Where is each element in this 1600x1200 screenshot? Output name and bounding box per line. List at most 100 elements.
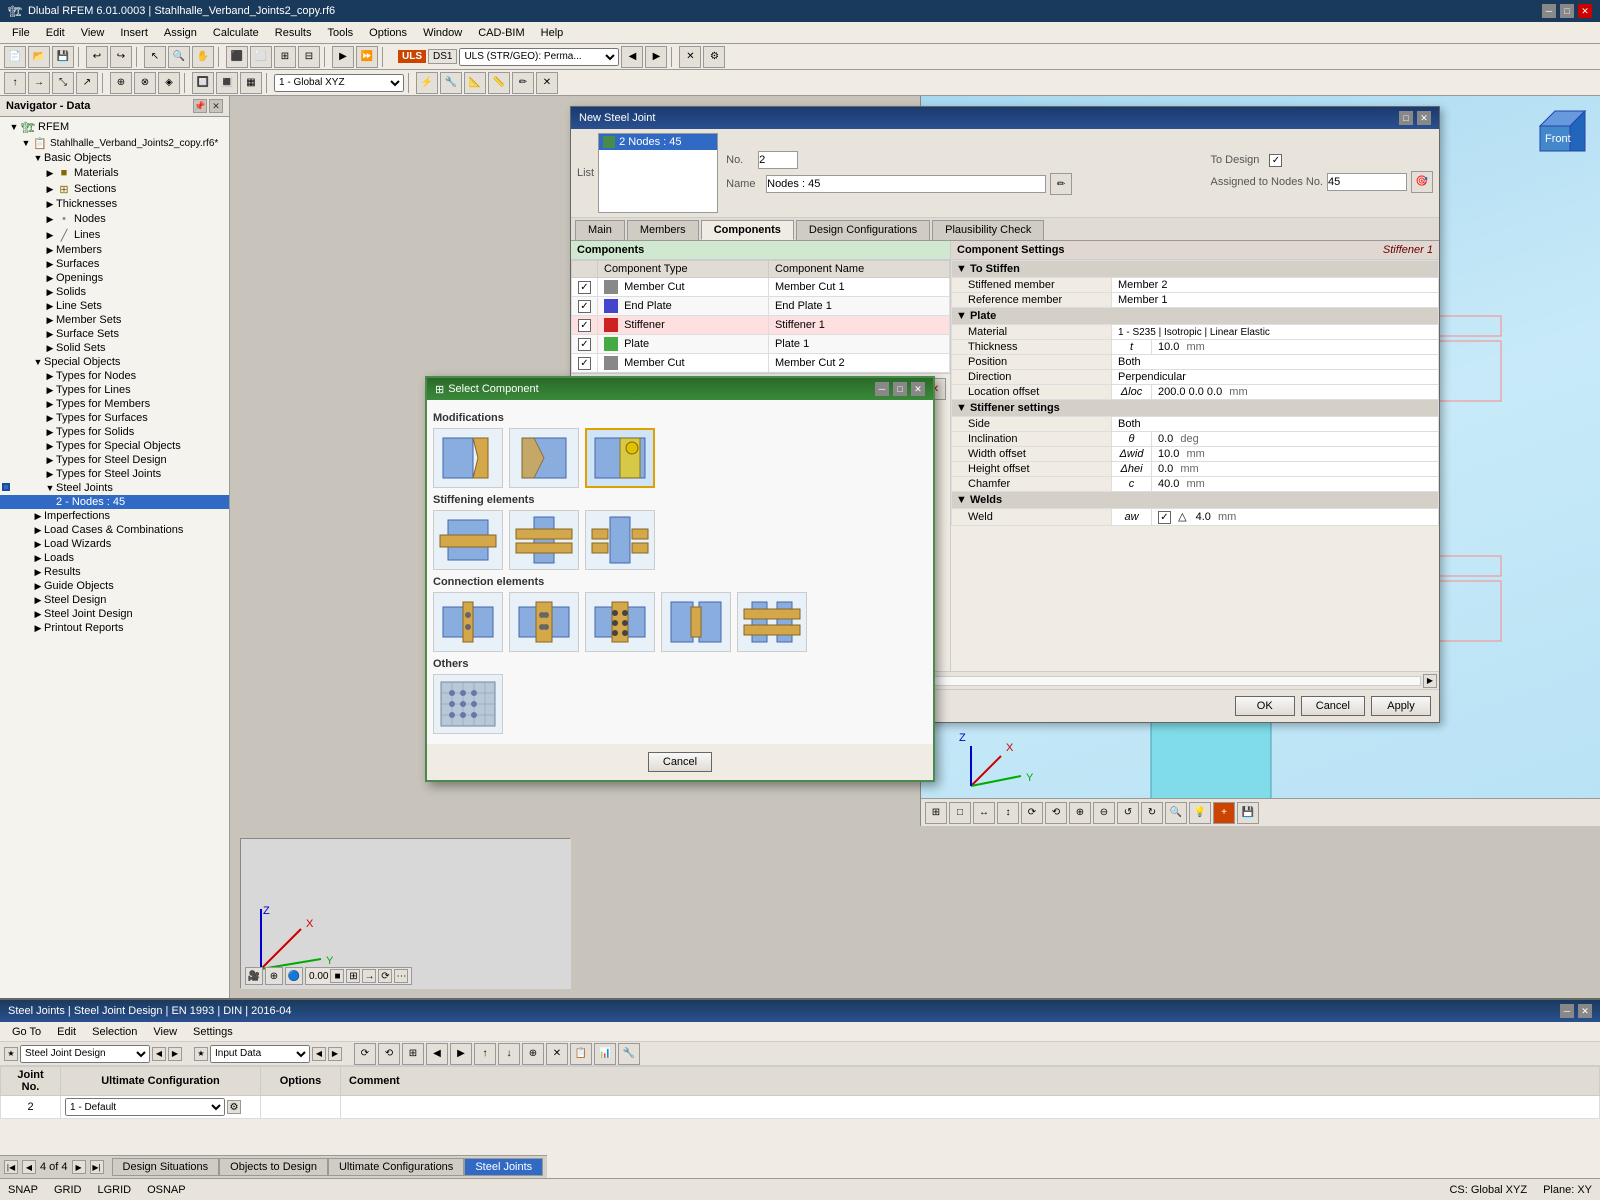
nav-steeljoints-expand[interactable]: ▼ [44, 482, 56, 494]
nav-sd-expand[interactable]: ▶ [32, 594, 44, 606]
tab-design-config[interactable]: Design Configurations [796, 220, 930, 240]
nav-imperfections[interactable]: ▶ Imperfections [0, 509, 229, 523]
tb2-12[interactable]: 🔧 [440, 72, 462, 94]
nav-results[interactable]: ▶ Results [0, 565, 229, 579]
undo-btn[interactable]: ↩ [86, 46, 108, 68]
dp-tb2[interactable]: ⟲ [378, 1043, 400, 1065]
conn-item-4[interactable] [661, 592, 731, 652]
btab-design-sit[interactable]: Design Situations [112, 1158, 220, 1176]
nav-surfaces-expand[interactable]: ▶ [44, 258, 56, 270]
sc-minimize-btn[interactable]: ─ [875, 382, 889, 396]
vt6[interactable]: ⟲ [1045, 802, 1067, 824]
sv-btn2[interactable]: ⊕ [265, 967, 283, 985]
tb5[interactable]: ⬜ [250, 46, 272, 68]
tb2-6[interactable]: ⊗ [134, 72, 156, 94]
sv-cycle-btn[interactable]: ⟳ [378, 969, 392, 983]
cancel-btn[interactable]: Cancel [1301, 696, 1365, 716]
stiff-item-1[interactable] [433, 510, 503, 570]
comp-row-1[interactable]: Member Cut Member Cut 1 [572, 278, 950, 297]
vt7[interactable]: ⊕ [1069, 802, 1091, 824]
mod-item-2[interactable] [509, 428, 579, 488]
tb11[interactable]: ⚙ [703, 46, 725, 68]
nav-types-special-expand[interactable]: ▶ [44, 440, 56, 452]
list-item[interactable]: 2 Nodes : 45 [599, 134, 717, 150]
menu-insert[interactable]: Insert [112, 25, 156, 41]
nav-types-members[interactable]: ▶ Types for Members [0, 397, 229, 411]
menu-results[interactable]: Results [267, 25, 320, 41]
grp-welds-expand[interactable]: ▼ [956, 494, 967, 506]
comp-row-3[interactable]: Stiffener Stiffener 1 [572, 316, 950, 335]
grp-welds[interactable]: ▼ Welds [952, 492, 1439, 509]
nav-guide-expand[interactable]: ▶ [32, 580, 44, 592]
vt12[interactable]: 💡 [1189, 802, 1211, 824]
sv-square-btn[interactable]: ■ [330, 969, 344, 983]
tb2-4[interactable]: ↗ [76, 72, 98, 94]
grp-stiff-settings[interactable]: ▼ Stiffener settings [952, 400, 1439, 417]
nav-lc-expand[interactable]: ▶ [32, 524, 44, 536]
sv-btn3[interactable]: 🔵 [285, 967, 303, 985]
nav-surfacesets[interactable]: ▶ Surface Sets [0, 327, 229, 341]
ok-btn[interactable]: OK [1235, 696, 1295, 716]
dp-tb7[interactable]: ↓ [498, 1043, 520, 1065]
menu-calculate[interactable]: Calculate [205, 25, 267, 41]
row5-chk[interactable] [578, 357, 591, 370]
nav-rfem-expand[interactable]: ▼ [8, 121, 20, 133]
nav-guide[interactable]: ▶ Guide Objects [0, 579, 229, 593]
btab-steel-joints[interactable]: Steel Joints [464, 1158, 543, 1176]
zoom-btn[interactable]: 🔍 [168, 46, 190, 68]
tb8[interactable]: ▶ [332, 46, 354, 68]
dp-tb5[interactable]: ▶ [450, 1043, 472, 1065]
nav-project[interactable]: ▼ 📋 Stahlhalle_Verband_Joints2_copy.rf6* [0, 135, 229, 151]
nav-cube[interactable]: Front [1535, 106, 1590, 161]
nav-members[interactable]: ▶ Members [0, 243, 229, 257]
other-item-1[interactable] [433, 674, 503, 734]
nav-lw-expand[interactable]: ▶ [32, 538, 44, 550]
nav-types-solids[interactable]: ▶ Types for Solids [0, 425, 229, 439]
nav-types-steeldesign[interactable]: ▶ Types for Steel Design [0, 453, 229, 467]
nav-project-expand[interactable]: ▼ [20, 137, 32, 149]
dp-design-select[interactable]: Steel Joint Design [20, 1045, 150, 1063]
comp-row-5[interactable]: Member Cut Member Cut 2 [572, 354, 950, 373]
nav-types-nodes-expand[interactable]: ▶ [44, 370, 56, 382]
vt-save-btn[interactable]: 💾 [1237, 802, 1259, 824]
design-row-1[interactable]: 2 1 - Default ⚙ [1, 1096, 1600, 1119]
tb6[interactable]: ⊞ [274, 46, 296, 68]
nav-membersets[interactable]: ▶ Member Sets [0, 313, 229, 327]
nav-special-expand[interactable]: ▼ [32, 356, 44, 368]
nav-types-members-expand[interactable]: ▶ [44, 398, 56, 410]
vt-add-btn[interactable]: + [1213, 802, 1235, 824]
close-btn[interactable]: ✕ [1578, 4, 1592, 18]
dp-next-btn[interactable]: ▶ [168, 1047, 182, 1061]
dp-tb12[interactable]: 🔧 [618, 1043, 640, 1065]
dp-tb8[interactable]: ⊕ [522, 1043, 544, 1065]
weld-chk[interactable] [1158, 511, 1171, 524]
vt2[interactable]: □ [949, 802, 971, 824]
select-btn[interactable]: ↖ [144, 46, 166, 68]
dp-tb1[interactable]: ⟳ [354, 1043, 376, 1065]
vt4[interactable]: ↕ [997, 802, 1019, 824]
maximize-btn[interactable]: □ [1560, 4, 1574, 18]
nav-loads[interactable]: ▶ Loads [0, 551, 229, 565]
mod-item-1[interactable] [433, 428, 503, 488]
tab-plausibility[interactable]: Plausibility Check [932, 220, 1044, 240]
menu-tools[interactable]: Tools [319, 25, 361, 41]
menu-edit[interactable]: Edit [38, 25, 73, 41]
nav-lines-expand[interactable]: ▶ [44, 229, 56, 241]
tb9[interactable]: ⏩ [356, 46, 378, 68]
vt10[interactable]: ↻ [1141, 802, 1163, 824]
nav-thick[interactable]: ▶ Thicknesses [0, 197, 229, 211]
nav-loadcases[interactable]: ▶ Load Cases & Combinations [0, 523, 229, 537]
no-field[interactable] [758, 151, 798, 169]
pg-last-btn[interactable]: ▶| [90, 1160, 104, 1174]
row4-chk[interactable] [578, 338, 591, 351]
sv-arrow-btn[interactable]: → [362, 969, 376, 983]
vt3[interactable]: ↔ [973, 802, 995, 824]
row3-chk[interactable] [578, 319, 591, 332]
dp-input-select[interactable]: Input Data [210, 1045, 310, 1063]
conn-item-2[interactable] [509, 592, 579, 652]
nav-lines[interactable]: ▶ ╱ Lines [0, 227, 229, 243]
nav-loadwizards[interactable]: ▶ Load Wizards [0, 537, 229, 551]
nav-steeljoints[interactable]: ▼ Steel Joints [0, 481, 229, 495]
menu-window[interactable]: Window [415, 25, 470, 41]
dp-tb11[interactable]: 📊 [594, 1043, 616, 1065]
